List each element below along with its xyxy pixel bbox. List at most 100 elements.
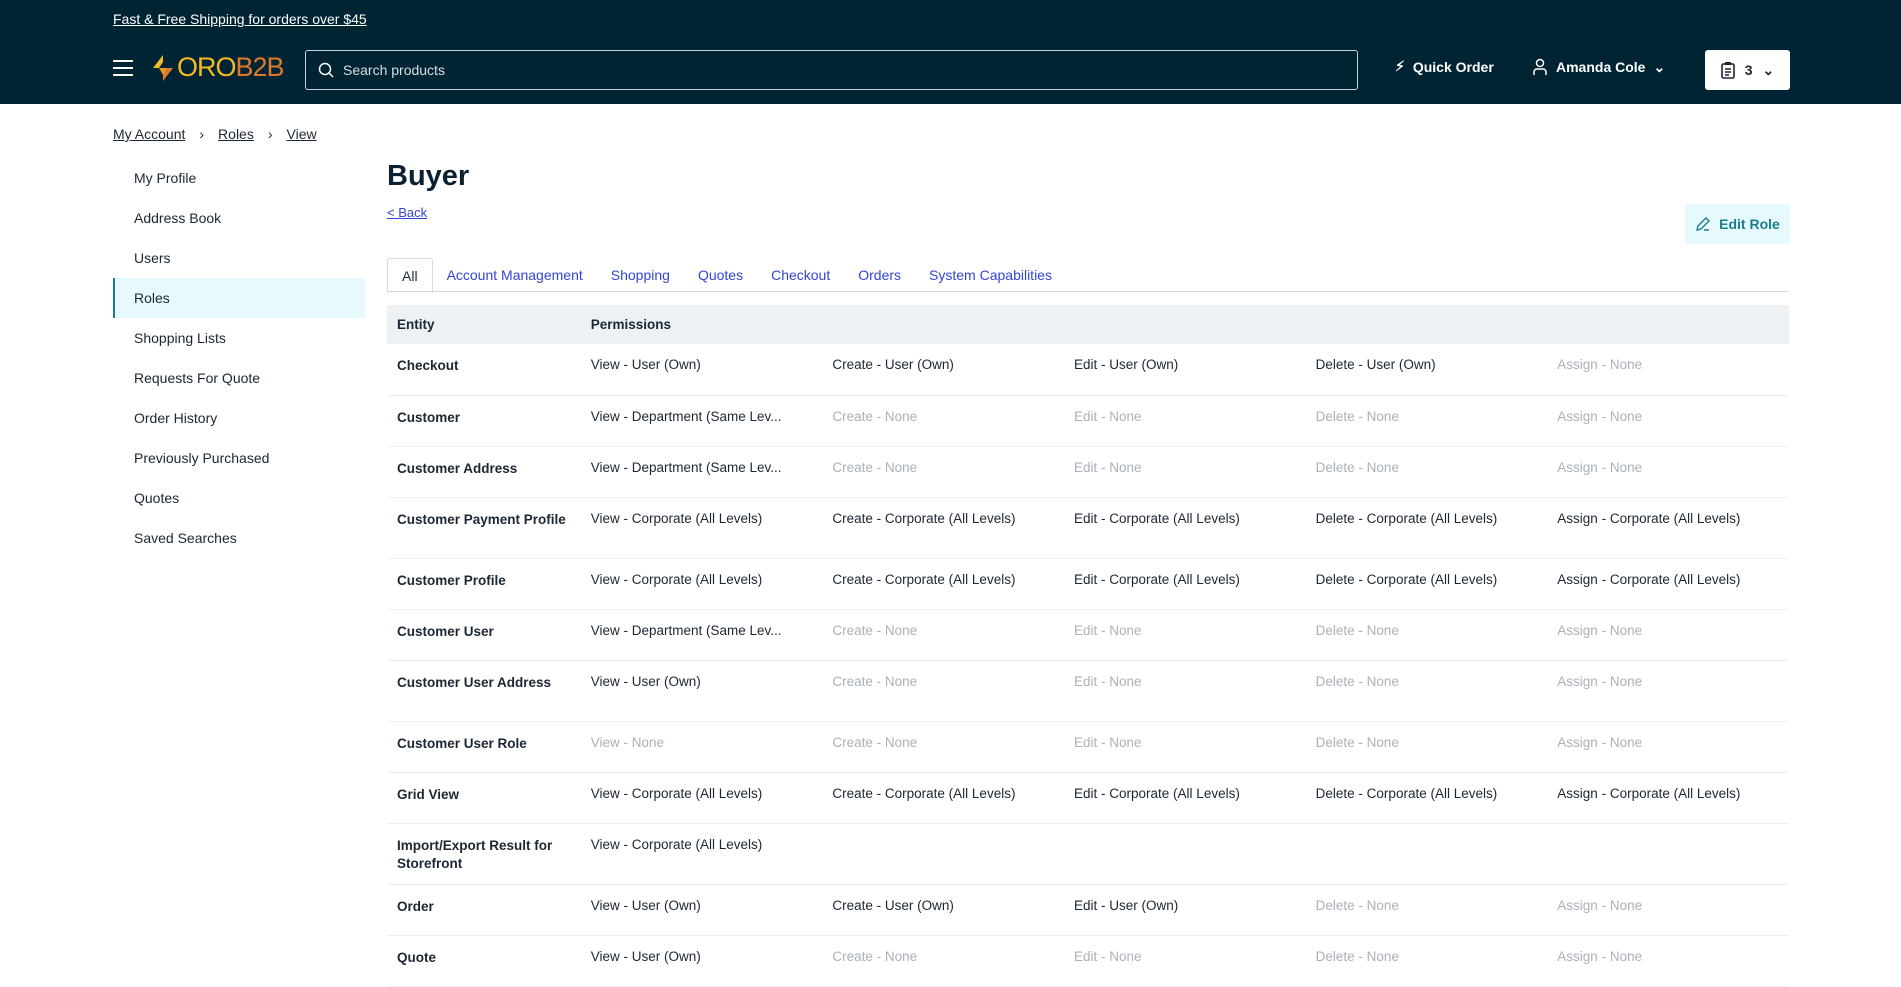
permission-cell[interactable]: Create - None — [822, 609, 1065, 661]
permission-cell[interactable]: Delete - None — [1305, 884, 1548, 936]
permission-cell[interactable]: Edit - None — [1064, 660, 1306, 722]
permission-cell[interactable]: View - Corporate (All Levels) — [580, 558, 823, 610]
permission-cell[interactable]: Create - User (Own) — [822, 344, 1065, 396]
cart-count: 3 — [1744, 62, 1753, 78]
permission-cell[interactable]: Delete - None — [1305, 609, 1548, 661]
table-row: Customer Payment Profile View - Corporate… — [387, 497, 1789, 559]
permission-cell[interactable]: Create - Corporate (All Levels) — [822, 558, 1065, 610]
permission-cell[interactable]: Edit - User (Own) — [1064, 344, 1306, 396]
logo[interactable]: ORO B2B — [149, 52, 285, 83]
sidebar-item-order-history[interactable]: Order History — [113, 398, 365, 438]
search-placeholder: Search products — [343, 62, 445, 78]
permission-cell[interactable]: Delete - Corporate (All Levels) — [1305, 497, 1548, 559]
sidebar-item-requests-for-quote[interactable]: Requests For Quote — [113, 358, 365, 398]
permission-cell[interactable]: Edit - Corporate (All Levels) — [1064, 497, 1306, 559]
promo-link[interactable]: Fast & Free Shipping for orders over $45 — [113, 11, 367, 27]
user-name: Amanda Cole — [1556, 59, 1646, 75]
permission-cell[interactable]: Delete - Corporate (All Levels) — [1305, 772, 1548, 824]
permission-cell[interactable]: Edit - None — [1064, 395, 1306, 447]
permission-cell[interactable]: Create - None — [822, 660, 1065, 722]
permission-cell[interactable]: Delete - None — [1305, 721, 1548, 773]
permission-cell[interactable]: Delete - None — [1305, 660, 1548, 722]
tab-orders[interactable]: Orders — [844, 258, 915, 291]
permission-cell[interactable]: Delete - None — [1305, 395, 1548, 447]
breadcrumb-view[interactable]: View — [287, 126, 317, 142]
quick-order-label: Quick Order — [1412, 58, 1494, 75]
breadcrumb-roles[interactable]: Roles — [218, 126, 254, 142]
permission-cell[interactable]: View - User (Own) — [580, 660, 823, 722]
permission-cell[interactable]: View - Department (Same Lev... — [580, 446, 823, 498]
breadcrumb-my-account[interactable]: My Account — [113, 126, 185, 142]
permission-cell[interactable]: Delete - User (Own) — [1305, 344, 1548, 396]
tab-account-management[interactable]: Account Management — [433, 258, 597, 291]
tab-system-capabilities[interactable]: System Capabilities — [915, 258, 1066, 291]
sidebar-item-my-profile[interactable]: My Profile — [113, 158, 365, 198]
permission-cell[interactable]: View - User (Own) — [580, 884, 823, 936]
shopping-list-button[interactable]: 3 ⌄ — [1705, 50, 1790, 90]
sidebar-item-saved-searches[interactable]: Saved Searches — [113, 518, 365, 558]
table-row: Customer View - Department (Same Lev... Cr… — [387, 395, 1789, 447]
edit-role-button[interactable]: Edit Role — [1685, 204, 1790, 244]
permission-cell[interactable]: Assign - Corporate (All Levels) — [1547, 497, 1789, 559]
table-row: Grid View View - Corporate (All Levels) Cr… — [387, 772, 1789, 824]
user-menu[interactable]: Amanda Cole ⌄ — [1532, 58, 1665, 76]
permission-cell[interactable]: Create - None — [822, 446, 1065, 498]
table-row: Customer Profile View - Corporate (All Le… — [387, 558, 1789, 610]
sidebar-item-shopping-lists[interactable]: Shopping Lists — [113, 318, 365, 358]
breadcrumb: My Account › Roles › View — [113, 126, 317, 142]
permission-cell[interactable]: Create - User (Own) — [822, 884, 1065, 936]
table-row: Customer User Address View - User (Own) Cr… — [387, 660, 1789, 722]
permission-cell[interactable]: View - Corporate (All Levels) — [580, 772, 823, 824]
permission-cell[interactable]: Assign - None — [1547, 395, 1789, 447]
permission-cell[interactable]: Assign - None — [1547, 344, 1789, 396]
sidebar-item-previously-purchased[interactable]: Previously Purchased — [113, 438, 365, 478]
menu-icon[interactable] — [113, 60, 133, 76]
permission-tabs: All Account Management Shopping Quotes C… — [387, 258, 1789, 293]
permission-cell[interactable]: Create - Corporate (All Levels) — [822, 772, 1065, 824]
permission-cell[interactable]: Assign - None — [1547, 609, 1789, 661]
sidebar-item-roles[interactable]: Roles — [113, 278, 365, 318]
quick-order-link[interactable]: ⚡︎ Quick Order — [1395, 58, 1494, 75]
permission-cell[interactable]: Create - None — [822, 721, 1065, 773]
permission-cell[interactable]: View - Corporate (All Levels) — [580, 823, 823, 885]
tab-shopping[interactable]: Shopping — [597, 258, 684, 291]
permission-cell[interactable]: Assign - Corporate (All Levels) — [1547, 558, 1789, 610]
permission-cell[interactable]: Edit - Corporate (All Levels) — [1064, 772, 1306, 824]
entity-cell: Customer User — [387, 609, 581, 661]
permission-cell[interactable]: Delete - Corporate (All Levels) — [1305, 558, 1548, 610]
permission-cell[interactable]: Create - None — [822, 395, 1065, 447]
permission-cell[interactable] — [1064, 823, 1306, 885]
permission-cell[interactable]: Edit - None — [1064, 721, 1306, 773]
permission-cell[interactable]: View - Corporate (All Levels) — [580, 497, 823, 559]
permission-cell[interactable] — [1305, 823, 1548, 885]
permission-cell[interactable]: Assign - None — [1547, 721, 1789, 773]
table-row: Order View - User (Own) Create - User (Own… — [387, 884, 1789, 936]
tab-quotes[interactable]: Quotes — [684, 258, 757, 291]
entity-cell: Customer Payment Profile — [387, 497, 581, 559]
permission-cell[interactable]: Edit - Corporate (All Levels) — [1064, 558, 1306, 610]
permission-cell[interactable]: Edit - User (Own) — [1064, 884, 1306, 936]
tab-all[interactable]: All — [387, 258, 433, 293]
entity-cell: Checkout — [387, 344, 581, 396]
sidebar-item-users[interactable]: Users — [113, 238, 365, 278]
sidebar-item-quotes[interactable]: Quotes — [113, 478, 365, 518]
permission-cell[interactable] — [822, 823, 1065, 885]
permission-cell[interactable]: Create - Corporate (All Levels) — [822, 497, 1065, 559]
permission-cell[interactable]: View - None — [580, 721, 823, 773]
search-input[interactable]: Search products — [305, 50, 1358, 90]
permission-cell[interactable]: View - Department (Same Lev... — [580, 395, 823, 447]
permission-cell[interactable]: Assign - Corporate (All Levels) — [1547, 772, 1789, 824]
permission-cell[interactable]: Assign - None — [1547, 660, 1789, 722]
entity-cell: Customer Address — [387, 446, 581, 498]
tab-checkout[interactable]: Checkout — [757, 258, 844, 291]
permission-cell[interactable]: Edit - None — [1064, 609, 1306, 661]
sidebar-item-address-book[interactable]: Address Book — [113, 198, 365, 238]
permission-cell[interactable]: View - User (Own) — [580, 344, 823, 396]
permission-cell[interactable] — [1547, 823, 1789, 885]
permission-cell[interactable]: Assign - None — [1547, 446, 1789, 498]
back-link[interactable]: < Back — [387, 205, 427, 220]
permission-cell[interactable]: View - Department (Same Lev... — [580, 609, 823, 661]
permission-cell[interactable]: Delete - None — [1305, 446, 1548, 498]
permission-cell[interactable]: Assign - None — [1547, 884, 1789, 936]
permission-cell[interactable]: Edit - None — [1064, 446, 1306, 498]
